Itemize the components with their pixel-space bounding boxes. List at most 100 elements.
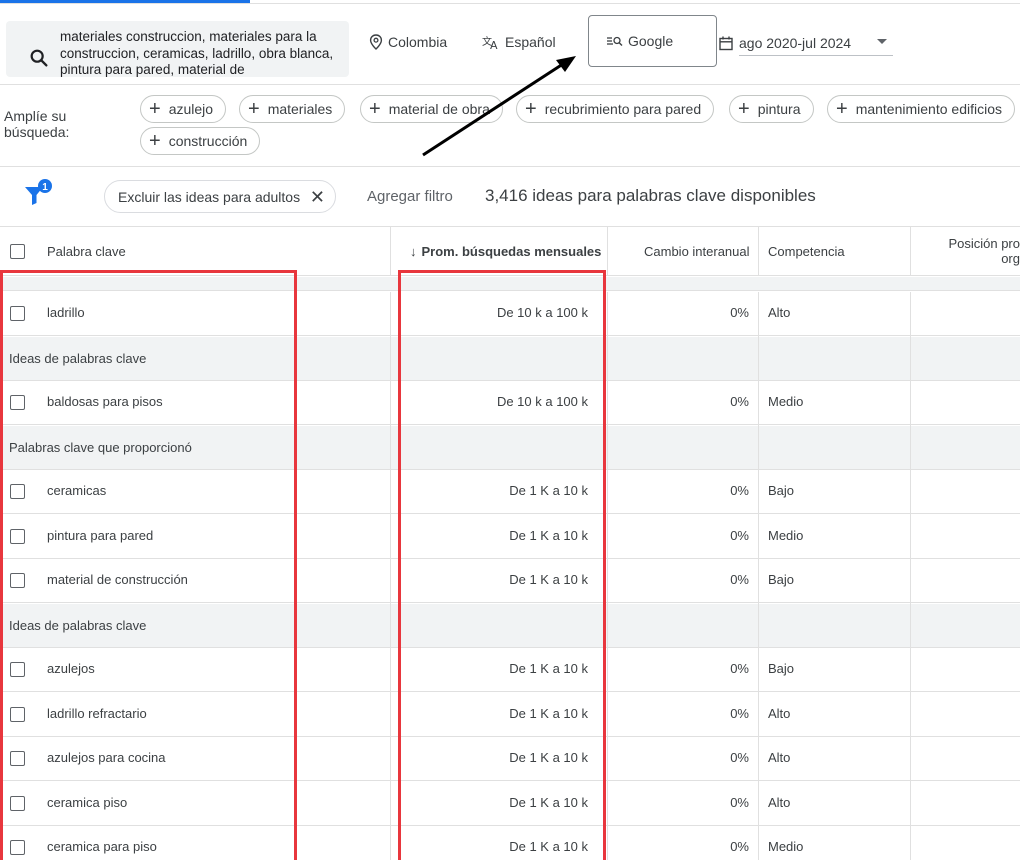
change-cell: 0% [730,750,749,765]
column-yoy-change[interactable]: Cambio interanual [644,227,750,275]
column-divider [607,292,608,860]
table-row[interactable]: baldosas para pisos De 10 k a 100 k 0% M… [0,381,1020,425]
column-competition[interactable]: Competencia [768,227,845,275]
table-row[interactable]: ladrillo De 10 k a 100 k 0% Alto [0,292,1020,336]
select-all-checkbox[interactable] [10,227,25,275]
network-selector[interactable]: Google [588,15,717,67]
column-divider [758,227,759,275]
chevron-down-icon [877,39,887,44]
change-cell: 0% [730,305,749,320]
keyword-cell: ceramica piso [47,795,128,810]
volume-cell: De 10 k a 100 k [496,394,588,409]
row-checkbox[interactable] [10,840,25,855]
column-avg-searches-label: Prom. búsquedas mensuales [421,243,602,259]
close-icon[interactable]: ✕ [310,187,325,208]
group-header-row: Palabras clave que proporcionó [0,426,1020,470]
change-cell: 0% [730,572,749,587]
chip-label: pintura [757,101,801,117]
sort-arrow-icon: ↓ [410,243,417,259]
table-row[interactable]: ladrillo refractario De 1 K a 10 k 0% Al… [0,693,1020,737]
broaden-chip-pintura[interactable]: + pintura [729,95,814,123]
add-filter-button[interactable]: Agregar filtro [367,188,453,205]
keyword-cell: azulejos para cocina [47,750,166,765]
competition-cell: Medio [768,839,804,854]
divider [0,84,1020,85]
table-row[interactable]: pintura para pared De 1 K a 10 k 0% Medi… [0,515,1020,559]
competition-cell: Medio [768,394,804,409]
broaden-chip-construccion[interactable]: + construcción [140,127,261,155]
adult-filter-label: Excluir las ideas para adultos [118,188,301,205]
change-cell: 0% [730,528,749,543]
column-keyword[interactable]: Palabra clave [47,227,126,275]
table-row[interactable]: ceramica para piso De 1 K a 10 k 0% Medi… [0,826,1020,860]
plus-icon: + [369,98,381,120]
broaden-chip-recubrimiento[interactable]: + recubrimiento para pared [516,95,715,123]
row-checkbox[interactable] [10,529,25,544]
keyword-cell: material de construcción [47,572,188,587]
table-row[interactable]: material de construcción De 1 K a 10 k 0… [0,559,1020,603]
group-label: Ideas de palabras clave [9,618,147,633]
checkbox[interactable] [10,243,25,259]
keyword-cell: baldosas para pisos [47,394,163,409]
table-row[interactable]: ceramica piso De 1 K a 10 k 0% Alto [0,782,1020,826]
table-row[interactable]: ceramicas De 1 K a 10 k 0% Bajo [0,470,1020,514]
broaden-chip-materiales[interactable]: + materiales [239,95,346,123]
column-organic-line1: Posición pro [948,236,1020,251]
table-header: Palabra clave ↓ Prom. búsquedas mensuale… [0,226,1020,276]
filter-icon[interactable]: 1 [22,178,56,210]
column-divider [758,292,759,860]
broaden-chip-mantenimiento[interactable]: + mantenimiento edificios [827,95,1015,123]
plus-icon: + [248,98,260,120]
network-label: Google [628,33,674,49]
plus-icon: + [149,130,161,152]
location-pin-icon [369,34,383,50]
adult-filter-chip[interactable]: Excluir las ideas para adultos ✕ [104,180,336,213]
volume-cell: De 1 K a 10 k [509,483,588,498]
row-checkbox[interactable] [10,707,25,722]
change-cell: 0% [730,795,749,810]
change-cell: 0% [730,839,749,854]
row-checkbox[interactable] [10,395,25,410]
volume-cell: De 1 K a 10 k [509,839,588,854]
volume-cell: De 1 K a 10 k [509,750,588,765]
broaden-chip-material-de-obra[interactable]: + material de obra [360,95,503,123]
column-organic-position[interactable]: Posición pro org [946,227,1020,275]
group-label: Palabras clave que proporcionó [9,440,192,455]
broaden-chip-azulejo[interactable]: + azulejo [140,95,227,123]
chip-label: mantenimiento edificios [855,101,1002,117]
language-selector[interactable]: 文 A Español [482,32,556,52]
change-cell: 0% [730,661,749,676]
competition-cell: Alto [768,305,791,320]
search-input[interactable]: materiales construccion, materiales para… [6,21,349,77]
table-row[interactable]: azulejos De 1 K a 10 k 0% Bajo [0,648,1020,692]
plus-icon: + [149,98,161,120]
location-selector[interactable]: Colombia [369,32,447,52]
row-checkbox[interactable] [10,751,25,766]
chip-label: azulejo [168,101,214,117]
volume-cell: De 1 K a 10 k [509,572,588,587]
date-range-selector[interactable]: ago 2020-jul 2024 [719,30,893,56]
table-spacer [0,277,1020,291]
filter-badge-count: 1 [42,182,48,193]
volume-cell: De 1 K a 10 k [509,795,588,810]
row-checkbox[interactable] [10,796,25,811]
chip-label: recubrimiento para pared [544,101,702,117]
row-checkbox[interactable] [10,484,25,499]
column-divider [910,292,911,860]
column-avg-searches[interactable]: ↓ Prom. búsquedas mensuales [410,227,601,275]
table-row[interactable]: azulejos para cocina De 1 K a 10 k 0% Al… [0,737,1020,781]
plus-icon: + [836,98,848,120]
divider [0,166,1020,167]
translate-icon: 文 A [482,35,498,50]
row-checkbox[interactable] [10,662,25,677]
row-checkbox[interactable] [10,306,25,321]
search-query[interactable]: materiales construccion, materiales para… [60,29,340,77]
volume-cell: De 1 K a 10 k [509,528,588,543]
chip-label: construcción [168,133,248,149]
column-divider [607,227,608,275]
keyword-cell: pintura para pared [47,528,154,543]
ideas-count: 3,416 ideas para palabras clave disponib… [485,186,816,205]
row-checkbox[interactable] [10,573,25,588]
competition-cell: Alto [768,706,791,721]
column-divider [390,227,391,275]
